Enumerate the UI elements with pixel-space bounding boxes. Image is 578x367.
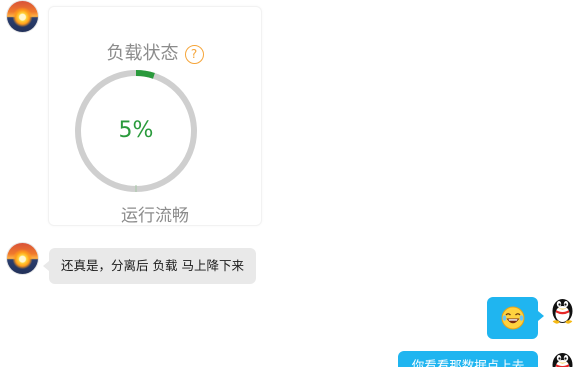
message-bubble-right[interactable]: 你看看那数据点上去	[398, 351, 538, 367]
card-title: 负载状态	[106, 43, 179, 64]
message-bubble-right-emoji[interactable]	[487, 297, 544, 339]
load-percent: 5%	[118, 118, 154, 143]
qq-penguin-icon	[552, 299, 573, 324]
qq-penguin-icon	[552, 353, 573, 367]
self-avatar[interactable]	[547, 348, 578, 367]
message-text: 还真是，分离后 负载 马上降下来	[61, 258, 244, 273]
card-title-row: 负载状态?	[49, 43, 261, 65]
laughing-tears-emoji-icon	[501, 306, 525, 330]
message-text: 你看看那数据点上去	[411, 358, 525, 367]
load-status-card[interactable]: 负载状态? 5% 运行流畅	[48, 6, 262, 226]
self-avatar[interactable]	[547, 294, 578, 325]
status-text: 运行流畅	[121, 206, 189, 226]
chat-window: 负载状态? 5% 运行流畅 还真是，分离后 负载 马上降下来 你看看那数据点上去	[0, 0, 578, 367]
message-bubble-left[interactable]: 还真是，分离后 负载 马上降下来	[43, 248, 256, 284]
help-circle-icon[interactable]: ?	[184, 44, 204, 64]
contact-avatar[interactable]	[7, 243, 38, 274]
contact-avatar[interactable]	[7, 1, 38, 32]
